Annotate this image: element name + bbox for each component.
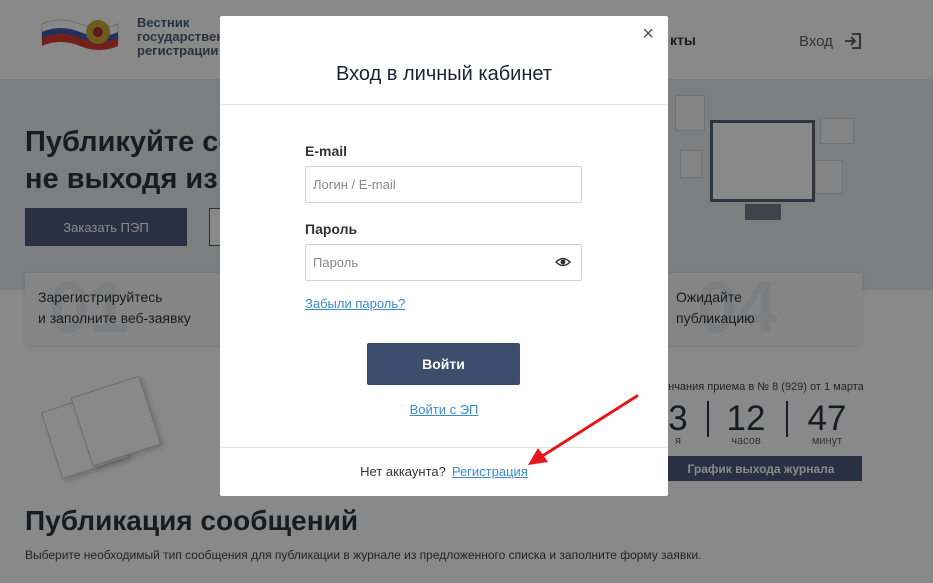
no-account-text: Нет аккаунта? — [360, 464, 446, 479]
login-submit-button[interactable]: Войти — [367, 343, 520, 385]
password-label: Пароль — [305, 221, 358, 237]
email-label: E-mail — [305, 143, 348, 159]
register-link[interactable]: Регистрация — [452, 464, 528, 479]
password-field[interactable] — [305, 244, 582, 281]
eye-icon[interactable] — [555, 256, 571, 268]
email-field[interactable] — [305, 166, 582, 203]
close-icon[interactable]: × — [642, 24, 654, 44]
login-with-ep-link[interactable]: Войти с ЭП — [220, 402, 668, 417]
divider — [220, 104, 668, 105]
modal-footer: Нет аккаунта? Регистрация — [220, 464, 668, 479]
login-modal: × Вход в личный кабинет E-mail Пароль За… — [220, 16, 668, 496]
forgot-password-link[interactable]: Забыли пароль? — [305, 296, 405, 311]
divider — [220, 447, 668, 448]
modal-title: Вход в личный кабинет — [336, 63, 552, 85]
